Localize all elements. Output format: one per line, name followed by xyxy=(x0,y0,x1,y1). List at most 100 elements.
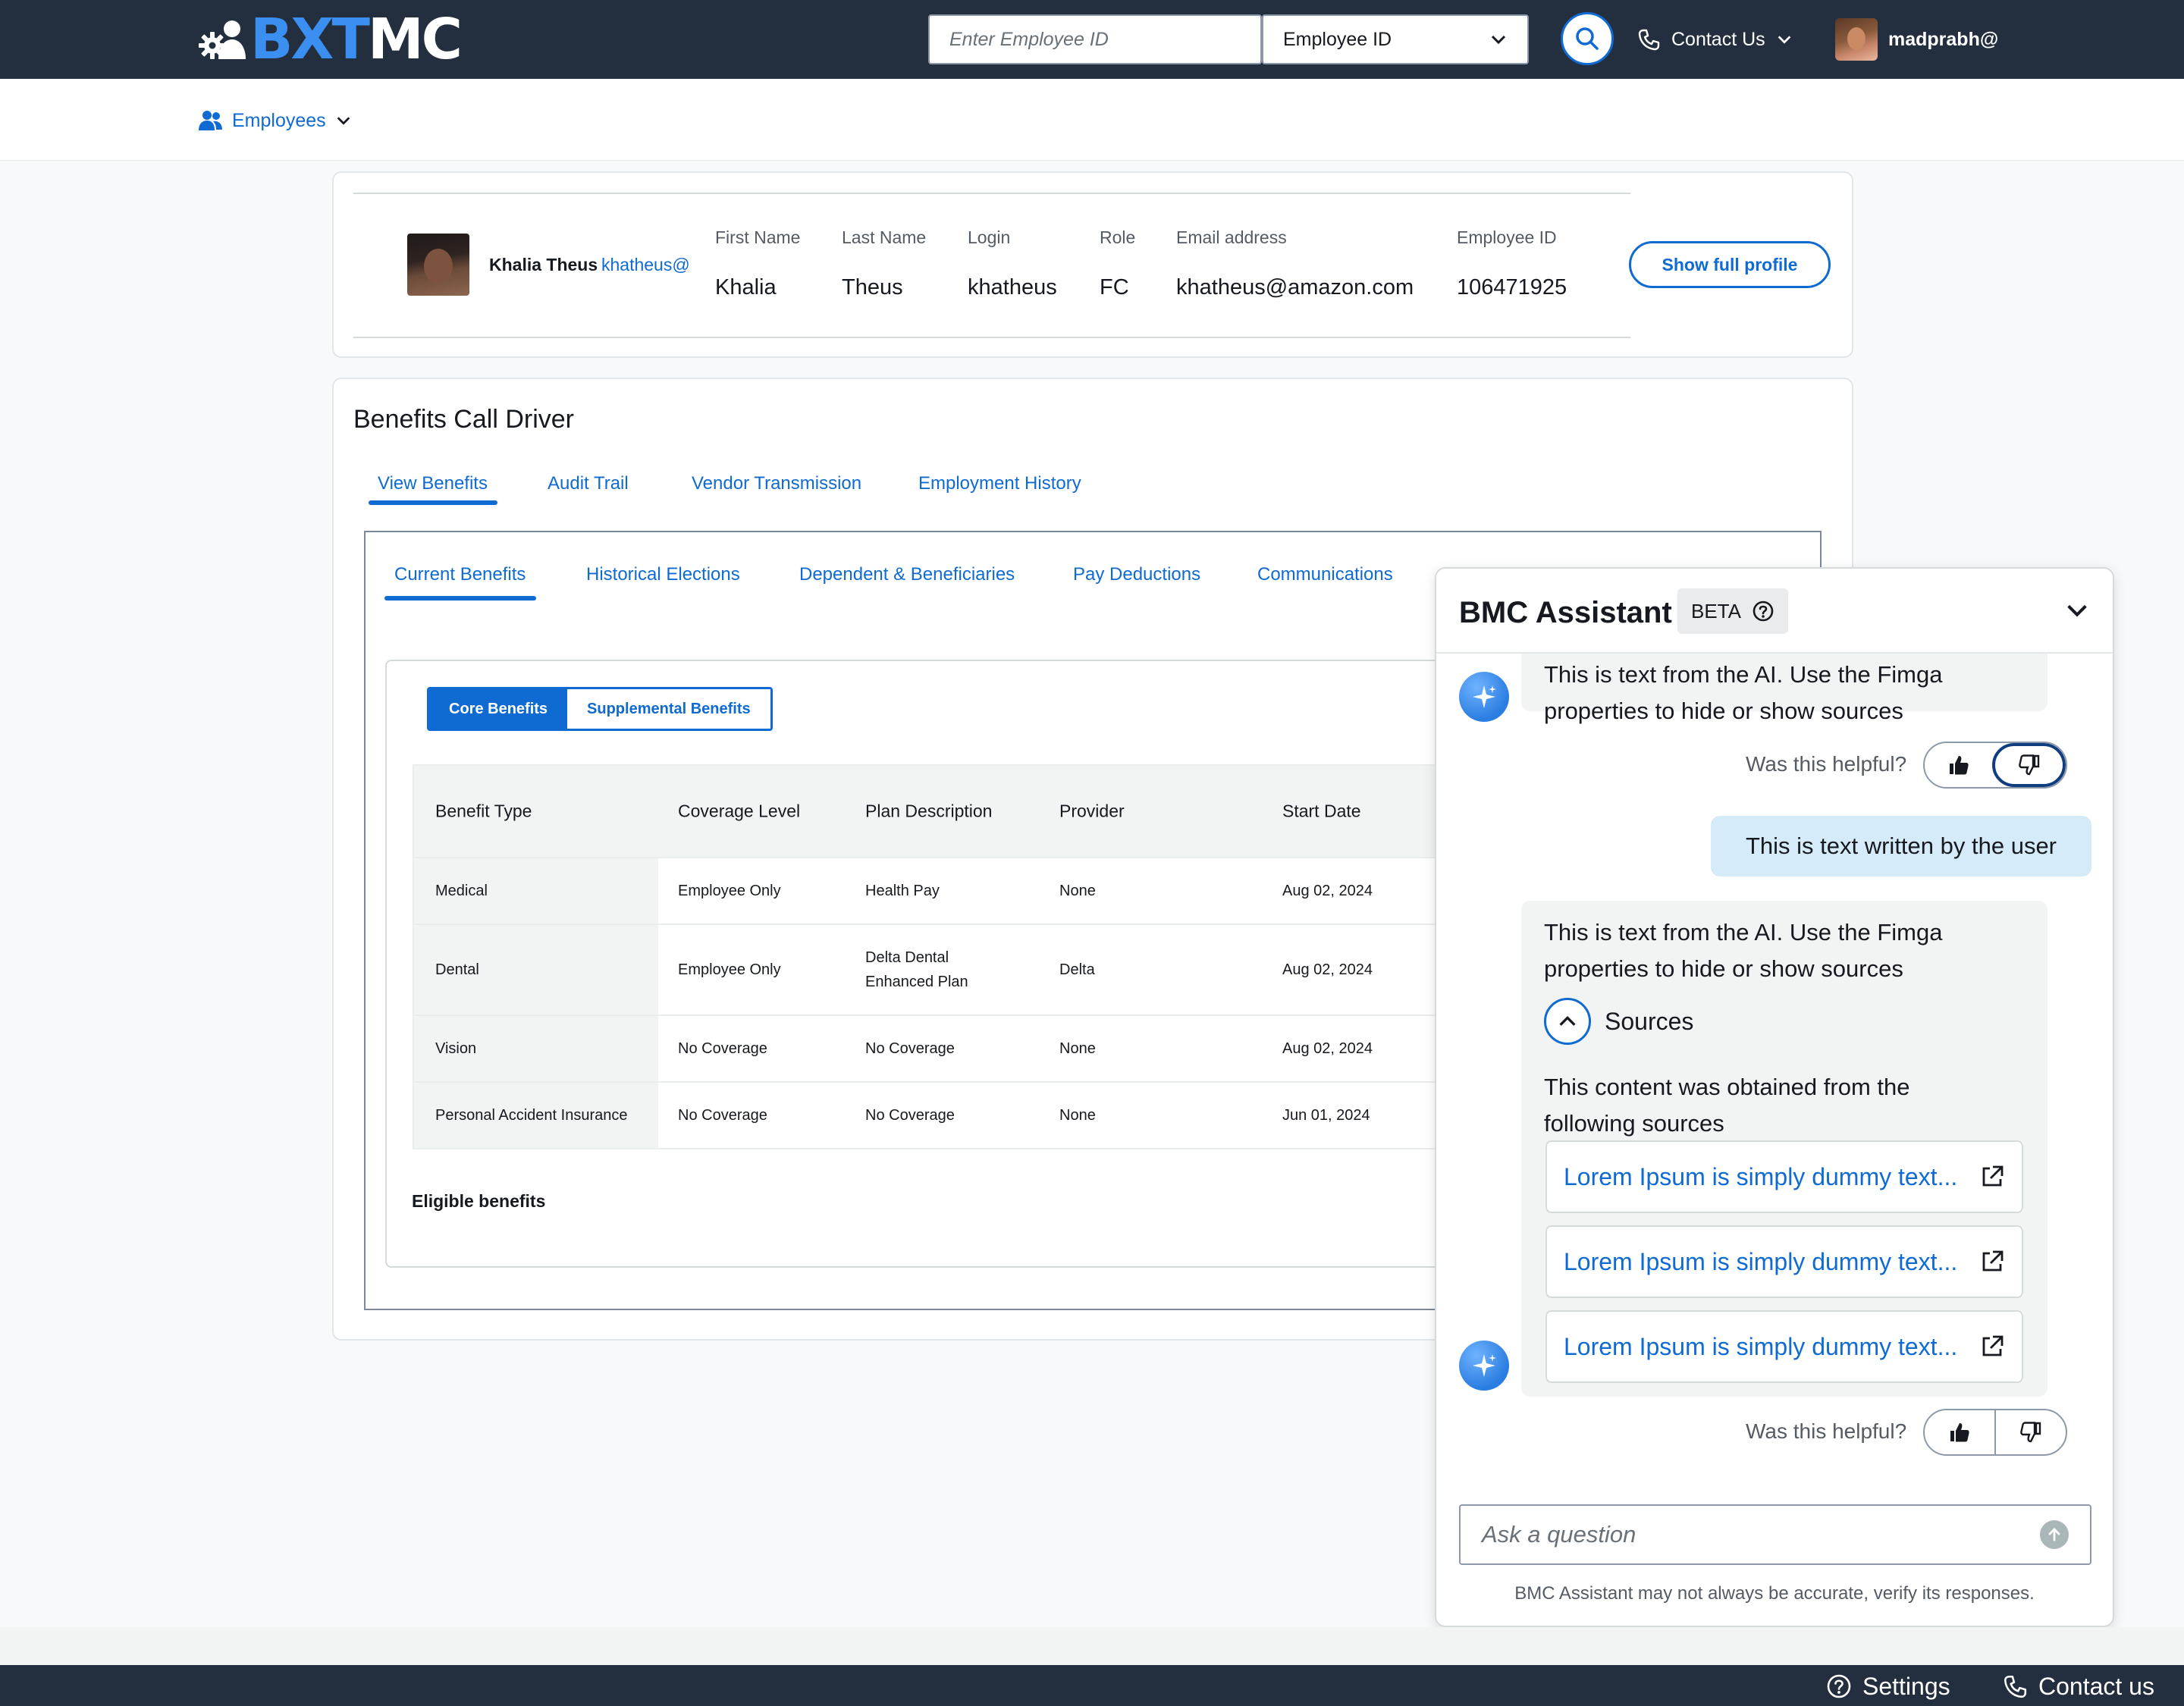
field-label-email: Email address xyxy=(1176,227,1287,247)
settings-link[interactable]: Settings xyxy=(1826,1671,1950,1701)
table-cell: None xyxy=(1059,1040,1096,1057)
source-link[interactable]: Lorem Ipsum is simply dummy text... xyxy=(1545,1140,2023,1213)
field-value-email: khatheus@amazon.com xyxy=(1176,275,1414,299)
column-header[interactable]: Provider xyxy=(1059,801,1125,822)
table-cell: Employee Only xyxy=(678,961,781,978)
table-cell: Vision xyxy=(435,1040,477,1057)
table-cell: No Coverage xyxy=(865,1040,955,1057)
table-cell: Delta xyxy=(1059,961,1095,978)
beta-badge[interactable]: BETA xyxy=(1677,588,1788,634)
source-link-text: Lorem Ipsum is simply dummy text... xyxy=(1564,1247,1958,1275)
tab-pay-deductions[interactable]: Pay Deductions xyxy=(1073,564,1200,585)
sources-label: Sources xyxy=(1605,1008,1694,1035)
field-label-employee-id: Employee ID xyxy=(1457,227,1557,247)
thumbs-down-button[interactable] xyxy=(1992,743,2066,787)
ai-message-text: This is text from the AI. Use the Fimga … xyxy=(1544,919,1943,982)
column-header[interactable]: Start Date xyxy=(1282,801,1361,822)
tab-dependent-beneficiaries[interactable]: Dependent & Beneficiaries xyxy=(799,564,1015,585)
contact-us-menu[interactable]: Contact Us xyxy=(1636,23,1793,56)
core-benefits-button[interactable]: Core Benefits xyxy=(429,689,568,729)
bxtmc-logo[interactable]: BXTMC xyxy=(196,11,463,68)
search-type-select[interactable]: Employee ID xyxy=(1262,14,1529,64)
assistant-header: BMC Assistant BETA xyxy=(1436,569,2113,654)
sources-toggle[interactable]: Sources xyxy=(1544,998,1693,1045)
phone-icon xyxy=(2004,1675,2027,1698)
tab-historical-elections[interactable]: Historical Elections xyxy=(586,564,740,585)
footer-contact-link[interactable]: Contact us xyxy=(2002,1671,2154,1701)
table-row: Vision No Coverage No Coverage None Aug … xyxy=(414,1016,1549,1083)
username: madprabh@ xyxy=(1888,28,1999,50)
show-full-profile-button[interactable]: Show full profile xyxy=(1629,241,1831,288)
ai-sparkle-icon xyxy=(1459,672,1509,722)
tab-view-benefits[interactable]: View Benefits xyxy=(378,473,488,494)
collapse-chevron-icon[interactable] xyxy=(2064,597,2090,623)
table-cell: Aug 02, 2024 xyxy=(1282,883,1373,899)
user-menu[interactable]: madprabh@ xyxy=(1835,17,1998,62)
field-label-last-name: Last Name xyxy=(842,227,927,247)
benefits-table: Benefit Type Coverage Level Plan Descrip… xyxy=(413,764,1550,1149)
table-cell: Personal Accident Insurance xyxy=(435,1107,628,1124)
table-cell: No Coverage xyxy=(678,1040,767,1057)
thumbs-down-icon xyxy=(2018,754,2039,776)
feedback-buttons xyxy=(1923,742,2067,789)
table-row: Personal Accident Insurance No Coverage … xyxy=(414,1083,1549,1148)
ask-question-input[interactable]: Ask a question xyxy=(1459,1504,2091,1565)
field-label-login: Login xyxy=(968,227,1011,247)
field-value-employee-id: 106471925 xyxy=(1457,275,1567,299)
employee-id-input[interactable]: Enter Employee ID xyxy=(928,14,1262,64)
table-cell: Aug 02, 2024 xyxy=(1282,1040,1373,1057)
column-header[interactable]: Plan Description xyxy=(865,801,992,822)
tab-communications[interactable]: Communications xyxy=(1257,564,1393,585)
source-link-text: Lorem Ipsum is simply dummy text... xyxy=(1564,1332,1958,1360)
employees-label: Employees xyxy=(232,109,326,131)
tab-current-benefits[interactable]: Current Benefits xyxy=(394,564,526,585)
table-cell: Dental xyxy=(435,961,479,978)
column-header[interactable]: Coverage Level xyxy=(678,801,800,822)
settings-label: Settings xyxy=(1862,1672,1950,1700)
feedback-buttons xyxy=(1923,1409,2067,1456)
tab-audit-trail[interactable]: Audit Trail xyxy=(548,473,629,494)
supplemental-benefits-button[interactable]: Supplemental Benefits xyxy=(567,689,770,729)
search-type-value: Employee ID xyxy=(1283,28,1392,50)
footer-contact-label: Contact us xyxy=(2038,1672,2154,1700)
gear-user-icon xyxy=(199,20,246,59)
field-value-role: FC xyxy=(1100,275,1129,299)
employee-name: Khalia Theus xyxy=(489,255,598,274)
field-value-login: khatheus xyxy=(968,275,1057,299)
thumbs-up-button[interactable] xyxy=(1925,743,1992,787)
sub-navigation: Employees xyxy=(0,79,2184,161)
source-link[interactable]: Lorem Ipsum is simply dummy text... xyxy=(1545,1310,2023,1383)
table-cell: Aug 02, 2024 xyxy=(1282,961,1373,978)
table-cell: No Coverage xyxy=(865,1107,955,1124)
thumbs-down-button[interactable] xyxy=(1994,1410,2066,1454)
chevron-down-icon xyxy=(1491,35,1506,45)
send-arrow-icon[interactable] xyxy=(2040,1520,2069,1549)
external-link-icon xyxy=(1982,1165,2004,1187)
tab-employment-history[interactable]: Employment History xyxy=(918,473,1081,494)
external-link-icon xyxy=(1982,1250,2004,1272)
help-icon xyxy=(1753,601,1774,622)
thumbs-up-button[interactable] xyxy=(1925,1410,1994,1454)
eligible-benefits-heading: Eligible benefits xyxy=(412,1191,546,1211)
field-label-first-name: First Name xyxy=(715,227,801,247)
top-header: BXTMC Enter Employee ID Employee ID Cont… xyxy=(0,0,2184,79)
employee-login-link[interactable]: khatheus@ xyxy=(601,255,690,275)
assistant-title: BMC Assistant xyxy=(1459,596,1672,629)
helpful-label: Was this helpful? xyxy=(1746,752,1907,776)
field-label-role: Role xyxy=(1100,227,1136,247)
source-link-text: Lorem Ipsum is simply dummy text... xyxy=(1564,1162,1958,1190)
employees-menu[interactable]: Employees xyxy=(199,108,352,133)
phone-icon xyxy=(1638,29,1660,51)
table-cell: None xyxy=(1059,883,1096,899)
source-link[interactable]: Lorem Ipsum is simply dummy text... xyxy=(1545,1225,2023,1298)
search-button[interactable] xyxy=(1561,12,1614,65)
tab-vendor-transmission[interactable]: Vendor Transmission xyxy=(692,473,861,494)
table-cell: No Coverage xyxy=(678,1107,767,1124)
contact-us-label: Contact Us xyxy=(1671,28,1765,50)
avatar xyxy=(1835,18,1878,61)
sources-intro: This content was obtained from the follo… xyxy=(1544,1074,1910,1137)
ai-sparkle-icon xyxy=(1459,1341,1509,1391)
benefits-segmented-control: Core Benefits Supplemental Benefits xyxy=(427,687,773,731)
thumbs-up-icon xyxy=(1950,1423,1969,1442)
column-header[interactable]: Benefit Type xyxy=(435,801,532,822)
